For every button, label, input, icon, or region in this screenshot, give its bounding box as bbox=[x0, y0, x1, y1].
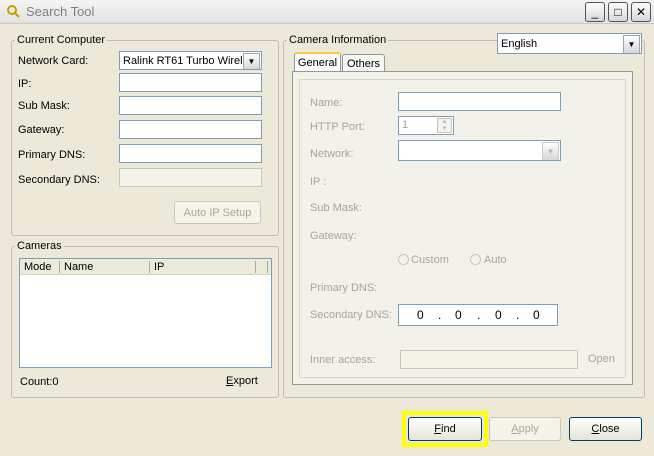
column-divider bbox=[267, 261, 268, 273]
minimize-button[interactable]: _ bbox=[585, 2, 605, 22]
http-port-stepper[interactable]: 1 ▲ ▼ bbox=[398, 116, 454, 135]
tab-general[interactable]: General bbox=[294, 52, 341, 72]
close-label: Close bbox=[591, 423, 620, 435]
apply-button[interactable]: Apply bbox=[489, 417, 561, 441]
auto-radio[interactable] bbox=[470, 254, 481, 265]
current-computer-title: Current Computer bbox=[15, 34, 108, 46]
sub-mask-label: Sub Mask: bbox=[18, 100, 70, 112]
minimize-icon: _ bbox=[591, 5, 599, 19]
export-link[interactable]: Export bbox=[226, 375, 258, 387]
find-label: Find bbox=[434, 423, 456, 435]
chevron-down-icon[interactable]: ▼ bbox=[623, 35, 640, 53]
ip-octet-4[interactable]: 0 bbox=[533, 308, 540, 322]
tab-panel bbox=[292, 71, 633, 385]
network-card-select[interactable]: Ralink RT61 Turbo Wirele ▼ bbox=[119, 51, 262, 70]
auto-ip-setup-label: Auto IP Setup bbox=[183, 206, 252, 219]
camera-name-field[interactable] bbox=[398, 92, 561, 111]
ip-field[interactable] bbox=[119, 73, 262, 92]
column-divider bbox=[255, 261, 256, 273]
primary-dns-label: Primary DNS: bbox=[18, 149, 86, 161]
ip-label: IP: bbox=[18, 78, 32, 90]
camera-gateway-label: Gateway: bbox=[310, 230, 357, 242]
network-select[interactable]: ▼ bbox=[398, 140, 561, 161]
maximize-icon: □ bbox=[614, 5, 622, 19]
network-card-label: Network Card: bbox=[18, 55, 89, 67]
search-tool-icon bbox=[6, 4, 20, 18]
camera-information-title: Camera Information bbox=[287, 34, 389, 46]
secondary-dns-field[interactable] bbox=[119, 168, 262, 187]
find-button[interactable]: Find bbox=[408, 417, 482, 441]
inner-access-field[interactable] bbox=[400, 350, 578, 369]
inner-access-label: Inner access: bbox=[310, 354, 376, 366]
camera-name-label: Name: bbox=[310, 97, 343, 109]
tab-others[interactable]: Others bbox=[342, 54, 385, 72]
ip-dot: . bbox=[438, 308, 442, 322]
camera-list[interactable]: Mode Name IP bbox=[19, 258, 272, 368]
column-divider bbox=[149, 261, 150, 273]
title-bar bbox=[0, 0, 654, 24]
sub-mask-field[interactable] bbox=[119, 96, 262, 115]
ip-octet-1[interactable]: 0 bbox=[417, 308, 424, 322]
apply-label: Apply bbox=[511, 423, 539, 435]
gateway-field[interactable] bbox=[119, 120, 262, 139]
cameras-title: Cameras bbox=[15, 240, 64, 252]
chevron-down-icon[interactable]: ▼ bbox=[243, 53, 260, 69]
column-divider bbox=[59, 261, 60, 273]
camera-secondary-dns-label: Secondary DNS: bbox=[310, 309, 392, 321]
ip-dot: . bbox=[477, 308, 481, 322]
http-port-value: 1 bbox=[402, 119, 409, 131]
camera-count: Count:0 bbox=[20, 376, 59, 388]
column-ip[interactable]: IP bbox=[154, 261, 164, 273]
camera-primary-dns-label: Primary DNS: bbox=[310, 282, 378, 294]
tab-general-label: General bbox=[297, 57, 338, 69]
secondary-dns-label: Secondary DNS: bbox=[18, 174, 100, 186]
maximize-button[interactable]: □ bbox=[608, 2, 628, 22]
close-button[interactable]: Close bbox=[569, 417, 642, 441]
ip-octet-3[interactable]: 0 bbox=[495, 308, 502, 322]
spin-arrows-icon[interactable]: ▲ ▼ bbox=[437, 118, 452, 133]
ip-dot: . bbox=[516, 308, 520, 322]
column-mode[interactable]: Mode bbox=[24, 261, 52, 273]
language-value: English bbox=[501, 37, 538, 50]
primary-dns-field[interactable] bbox=[119, 144, 262, 163]
auto-ip-setup-button[interactable]: Auto IP Setup bbox=[174, 201, 261, 224]
camera-list-header bbox=[20, 259, 271, 275]
camera-sub-mask-label: Sub Mask: bbox=[310, 202, 362, 214]
http-port-label: HTTP Port: bbox=[310, 121, 365, 133]
close-icon: ✕ bbox=[635, 5, 647, 19]
custom-radio[interactable] bbox=[398, 254, 409, 265]
camera-ip-label: IP : bbox=[310, 176, 327, 188]
gateway-label: Gateway: bbox=[18, 124, 65, 136]
network-card-value: Ralink RT61 Turbo Wirele bbox=[123, 54, 249, 67]
window-title: Search Tool bbox=[26, 4, 95, 19]
close-window-button[interactable]: ✕ bbox=[631, 2, 651, 22]
column-name[interactable]: Name bbox=[64, 261, 93, 273]
language-select[interactable]: English ▼ bbox=[497, 33, 642, 54]
tab-others-label: Others bbox=[346, 57, 380, 70]
auto-label: Auto bbox=[484, 254, 507, 266]
network-label: Network: bbox=[310, 148, 354, 160]
custom-label: Custom bbox=[411, 254, 449, 266]
secondary-dns-ip-field[interactable]: 0 . 0 . 0 . 0 bbox=[398, 304, 558, 326]
open-link[interactable]: Open bbox=[588, 353, 615, 365]
chevron-down-icon[interactable]: ▼ bbox=[542, 142, 559, 160]
ip-octet-2[interactable]: 0 bbox=[455, 308, 462, 322]
